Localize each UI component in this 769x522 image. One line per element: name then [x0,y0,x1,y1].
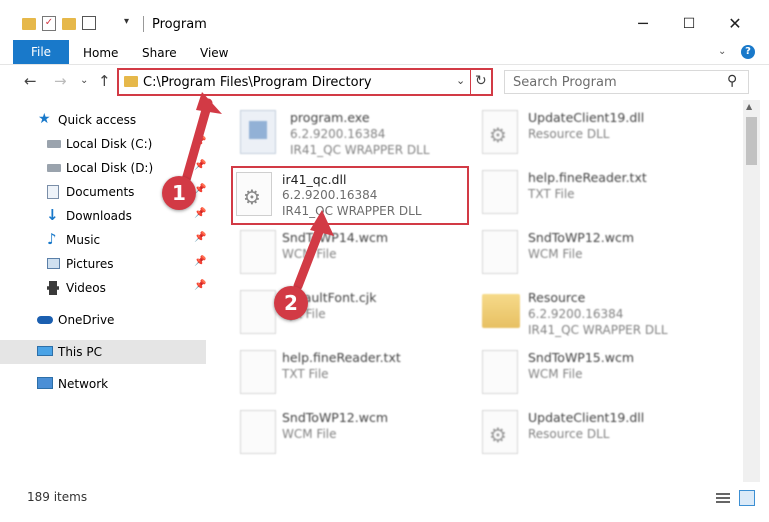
callout-2: 2 [274,286,308,320]
arrow-1 [181,98,213,185]
callout-1: 1 [162,176,196,210]
arrow-2 [293,219,327,291]
annotation-arrows [181,92,334,291]
arrow-1-head [196,92,222,114]
arrow-2-head [310,210,334,236]
